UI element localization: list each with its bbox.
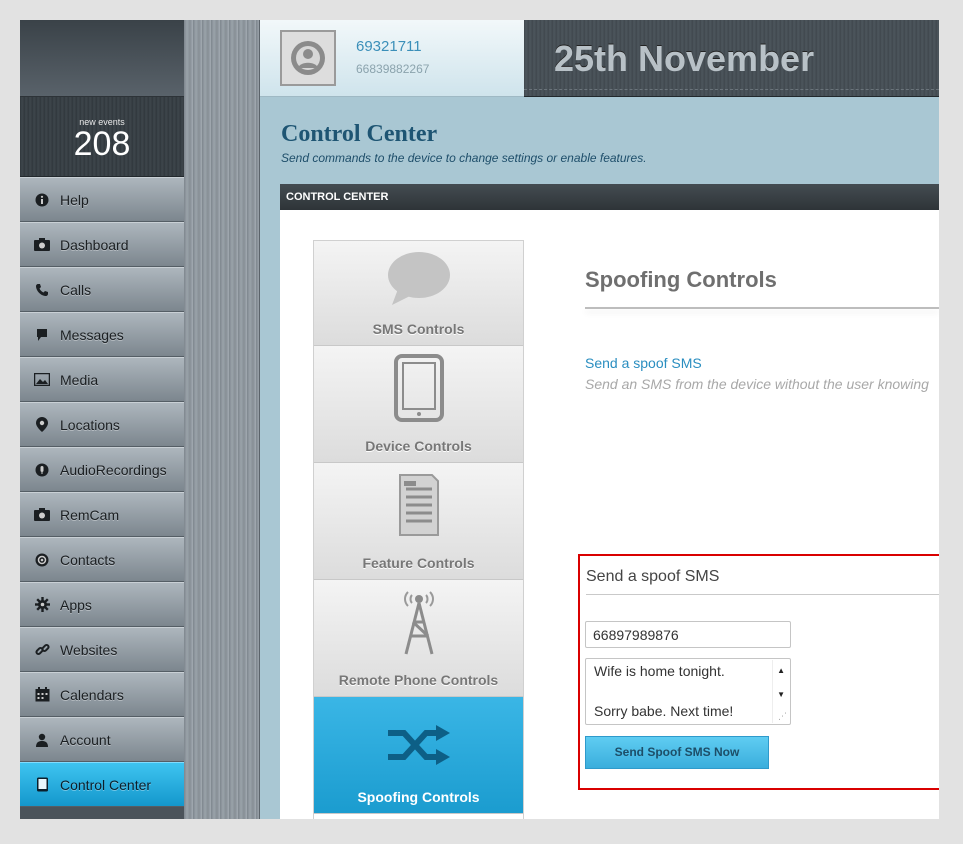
app-frame: new events 208 Help Dashboard Calls Mess…: [20, 20, 939, 819]
message-line-2: Sorry babe. Next time!: [594, 703, 734, 719]
tab-label: Feature Controls: [362, 555, 475, 571]
control-tabs: SMS Controls Device Controls Feature Con…: [313, 240, 524, 819]
page-subtitle: Send commands to the device to change se…: [281, 151, 647, 165]
sidebar-item-account[interactable]: Account: [20, 717, 184, 762]
sidebar-item-label: AudioRecordings: [60, 461, 167, 478]
shuffle-icon: [314, 725, 523, 765]
sidebar-item-label: Dashboard: [60, 236, 129, 253]
phone-icon: [34, 282, 50, 298]
sidebar-item-label: RemCam: [60, 506, 120, 523]
phone-number-input[interactable]: [585, 621, 791, 648]
spoof-sms-form: Send a spoof SMS Wife is home tonight. S…: [578, 554, 939, 790]
sidebar-top: [20, 20, 184, 97]
sidebar-item-remcam[interactable]: RemCam: [20, 492, 184, 537]
sidebar-item-dashboard[interactable]: Dashboard: [20, 222, 184, 267]
sidebar-item-contacts[interactable]: Contacts: [20, 537, 184, 582]
sidebar-item-label: Control Center: [60, 776, 152, 793]
sidebar-item-control-center[interactable]: Control Center: [20, 762, 184, 807]
tab-label: Device Controls: [365, 438, 472, 454]
new-events-count: 208: [73, 125, 131, 163]
sidebar-item-label: Account: [60, 731, 111, 748]
metal-strip: [184, 20, 260, 819]
message-line-1: Wife is home tonight.: [594, 663, 725, 679]
new-events-label: new events: [79, 117, 125, 127]
message-textarea[interactable]: Wife is home tonight. Sorry babe. Next t…: [585, 658, 791, 725]
sidebar-item-label: Calls: [60, 281, 92, 298]
resize-grip-icon[interactable]: ⋰: [778, 711, 787, 722]
antenna-icon: [314, 588, 523, 656]
new-events-counter: new events 208: [20, 97, 184, 177]
camera-icon: [34, 237, 50, 253]
scroll-up-arrow-icon[interactable]: ▲: [777, 666, 785, 675]
sidebar-item-label: Websites: [60, 641, 118, 658]
contacts-icon: [34, 552, 50, 568]
page-title: Control Center: [281, 121, 438, 147]
section-title: Spoofing Controls: [585, 267, 777, 292]
form-divider: [586, 594, 939, 595]
microphone-icon: [34, 462, 50, 478]
secondary-phone-number: 66839882267: [356, 62, 430, 76]
sidebar-item-messages[interactable]: Messages: [20, 312, 184, 357]
info-icon: [34, 192, 50, 208]
primary-phone-number: 69321711: [356, 38, 422, 55]
tablet-icon: [34, 777, 50, 793]
sidebar-item-audiorecordings[interactable]: AudioRecordings: [20, 447, 184, 492]
device-profile[interactable]: 69321711 66839882267: [260, 20, 524, 97]
location-pin-icon: [34, 417, 50, 433]
current-date: 25th November: [554, 38, 815, 79]
sidebar-item-label: Media: [60, 371, 99, 388]
sidebar-item-apps[interactable]: Apps: [20, 582, 184, 627]
sidebar: new events 208 Help Dashboard Calls Mess…: [20, 20, 184, 819]
gear-icon: [34, 597, 50, 613]
sidebar-item-label: Messages: [60, 326, 124, 343]
form-title: Send a spoof SMS: [586, 568, 720, 585]
tab-remote-phone-controls[interactable]: Remote Phone Controls: [314, 580, 523, 697]
sidebar-item-media[interactable]: Media: [20, 357, 184, 402]
tab-device-controls[interactable]: Device Controls: [314, 346, 523, 463]
sidebar-nav: Help Dashboard Calls Messages Media Loca…: [20, 177, 184, 807]
message-icon: [34, 327, 50, 343]
sidebar-item-websites[interactable]: Websites: [20, 627, 184, 672]
camera-icon: [34, 507, 50, 523]
sidebar-item-label: Apps: [60, 596, 92, 613]
calendar-icon: [34, 687, 50, 703]
sidebar-item-calls[interactable]: Calls: [20, 267, 184, 312]
sidebar-item-label: Contacts: [60, 551, 116, 568]
control-panel: SMS Controls Device Controls Feature Con…: [280, 210, 939, 819]
main-content: Control Center Send commands to the devi…: [260, 97, 939, 819]
link-icon: [34, 642, 50, 658]
image-icon: [34, 372, 50, 388]
tab-spoofing-controls[interactable]: Spoofing Controls: [314, 697, 523, 814]
sidebar-item-calendars[interactable]: Calendars: [20, 672, 184, 717]
section-divider: [585, 307, 939, 309]
tab-label: Remote Phone Controls: [338, 672, 499, 688]
speech-bubble-icon: [314, 249, 523, 309]
tab-label: SMS Controls: [372, 321, 465, 337]
avatar: [280, 30, 336, 86]
tab-feature-controls[interactable]: Feature Controls: [314, 463, 523, 580]
send-spoof-sms-button[interactable]: Send Spoof SMS Now: [585, 736, 769, 769]
dashed-divider: [524, 89, 939, 90]
tablet-icon: [314, 354, 523, 422]
sidebar-item-label: Locations: [60, 416, 120, 433]
spoof-sms-description: Send an SMS from the device without the …: [585, 376, 929, 392]
scroll-down-arrow-icon[interactable]: ▼: [777, 690, 785, 699]
document-icon: [314, 471, 523, 539]
sidebar-item-help[interactable]: Help: [20, 177, 184, 222]
sidebar-item-locations[interactable]: Locations: [20, 402, 184, 447]
panel-header: CONTROL CENTER: [280, 184, 939, 210]
date-banner: 25th November: [524, 20, 939, 97]
sidebar-item-label: Help: [60, 191, 89, 208]
spoof-sms-link[interactable]: Send a spoof SMS: [585, 355, 702, 371]
top-header: 69321711 66839882267 25th November: [260, 20, 939, 97]
user-avatar-icon: [291, 41, 325, 75]
tab-label: Spoofing Controls: [357, 789, 480, 805]
sidebar-item-label: Calendars: [60, 686, 124, 703]
tab-sms-controls[interactable]: SMS Controls: [314, 241, 523, 346]
user-icon: [34, 732, 50, 748]
